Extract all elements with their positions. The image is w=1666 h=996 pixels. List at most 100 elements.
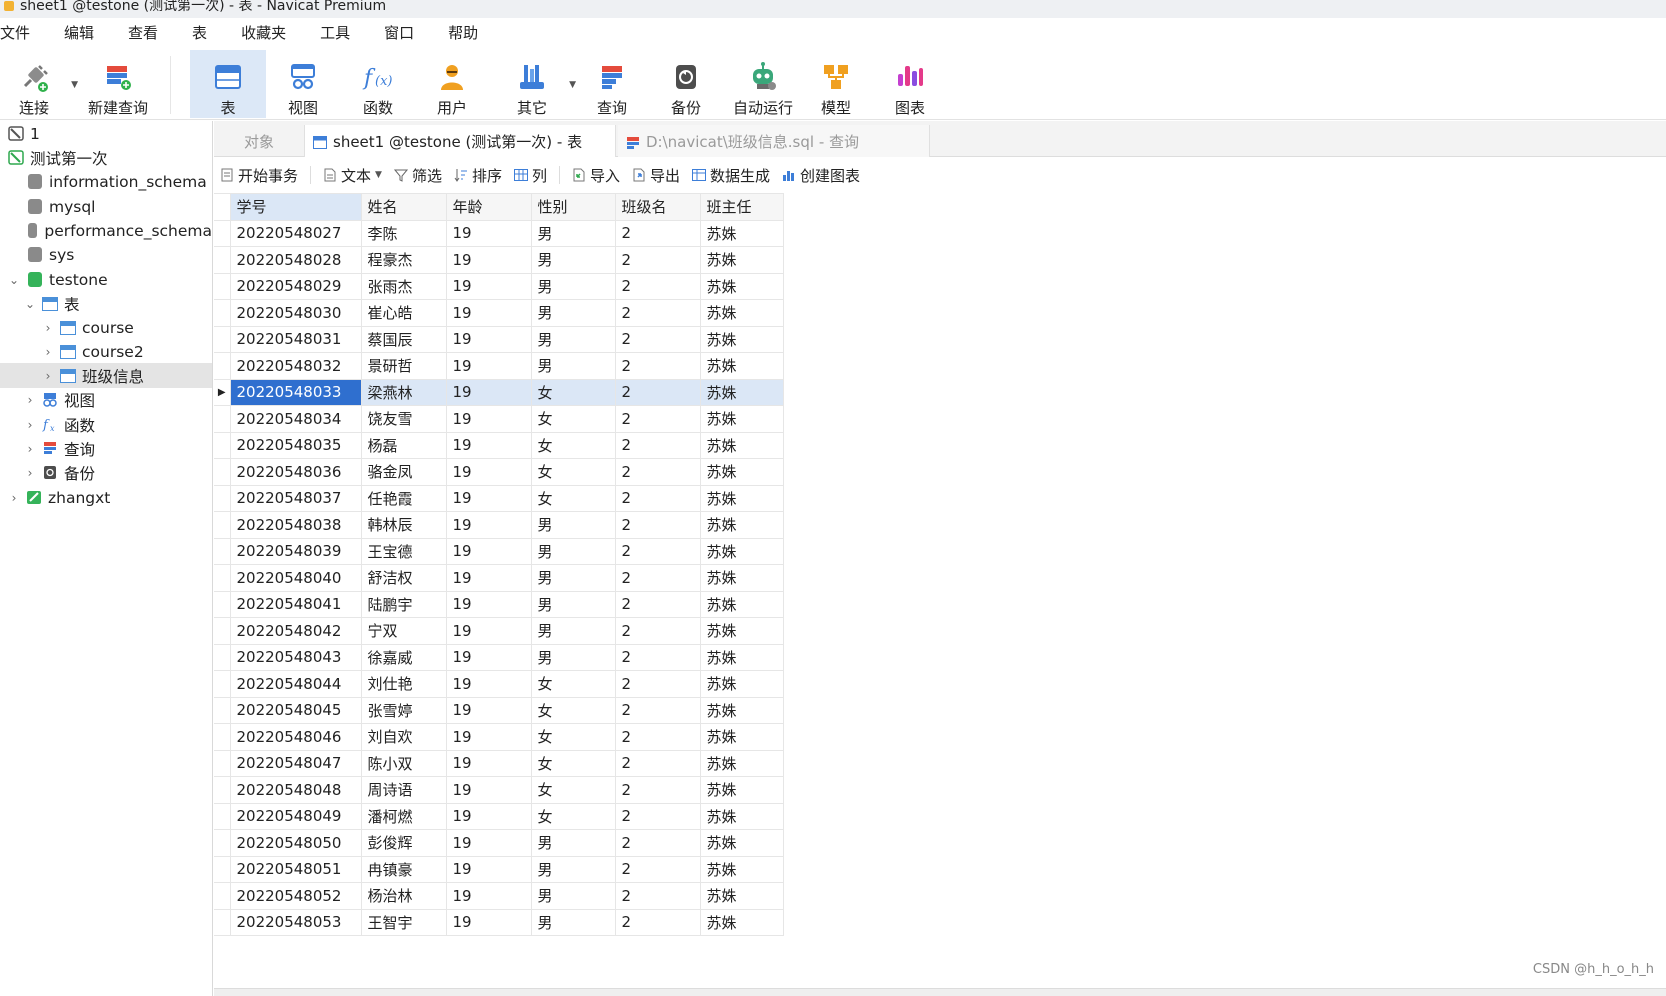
cell-name[interactable]: 徐嘉威 [360,643,447,671]
cell-gender[interactable]: 男 [530,299,616,327]
cell-name[interactable]: 周诗语 [360,776,447,804]
cell-student-id[interactable]: 20220548045 [229,696,362,724]
cell-gender[interactable]: 男 [530,882,616,910]
automation-button[interactable]: 自动运行 [722,54,804,117]
cell-age[interactable]: 19 [445,299,532,327]
cell-age[interactable]: 19 [445,882,532,910]
cell-name[interactable]: 刘仕艳 [360,670,447,698]
sort-button[interactable]: 排序 [454,165,502,186]
cell-class[interactable]: 2 [614,829,701,857]
tab-sheet1-table[interactable]: sheet1 @testone (测试第一次) - 表 [304,125,616,157]
cell-gender[interactable]: 女 [530,458,616,486]
cell-teacher[interactable]: 苏姝 [699,458,784,486]
cell-class[interactable]: 2 [614,272,701,300]
table-row[interactable]: 20220548047 陈小双 19 女 2 苏姝 [214,749,784,777]
cell-student-id[interactable]: 20220548037 [229,484,362,512]
chevron-right-icon[interactable]: › [42,345,54,359]
cell-class[interactable]: 2 [614,564,701,592]
cell-gender[interactable]: 女 [530,484,616,512]
menu-window[interactable]: 窗口 [367,18,431,48]
cell-class[interactable]: 2 [614,378,701,406]
cell-name[interactable]: 骆金凤 [360,458,447,486]
cell-gender[interactable]: 女 [530,378,616,406]
cell-teacher[interactable]: 苏姝 [699,696,784,724]
cell-teacher[interactable]: 苏姝 [699,643,784,671]
cell-class[interactable]: 2 [614,723,701,751]
cell-class[interactable]: 2 [614,617,701,645]
table-row[interactable]: 20220548039 王宝德 19 男 2 苏姝 [214,537,784,565]
table-row[interactable]: 20220548049 潘柯燃 19 女 2 苏姝 [214,802,784,830]
cell-age[interactable]: 19 [445,511,532,539]
function-button[interactable]: f (x) 函数 [340,54,416,117]
cell-age[interactable]: 19 [445,537,532,565]
cell-student-id[interactable]: 20220548035 [229,431,362,459]
cell-student-id[interactable]: 20220548030 [229,299,362,327]
cell-age[interactable]: 19 [445,617,532,645]
tree-item-backups[interactable]: › 备份 [0,460,212,485]
cell-teacher[interactable]: 苏姝 [699,219,784,247]
cell-teacher[interactable]: 苏姝 [699,855,784,883]
cell-name[interactable]: 潘柯燃 [360,802,447,830]
cell-teacher[interactable]: 苏姝 [699,882,784,910]
cell-teacher[interactable]: 苏姝 [699,352,784,380]
table-row[interactable]: 20220548029 张雨杰 19 男 2 苏姝 [214,272,784,300]
table-row[interactable]: 20220548045 张雪婷 19 女 2 苏姝 [214,696,784,724]
cell-student-id[interactable]: 20220548049 [229,802,362,830]
cell-teacher[interactable]: 苏姝 [699,723,784,751]
cell-student-id[interactable]: 20220548041 [229,590,362,618]
column-header-teacher[interactable]: 班主任 [699,193,784,221]
cell-student-id[interactable]: 20220548053 [229,908,362,936]
cell-gender[interactable]: 男 [530,643,616,671]
menu-file[interactable]: 文件 [0,18,47,48]
cell-name[interactable]: 景研哲 [360,352,447,380]
cell-class[interactable]: 2 [614,882,701,910]
tab-class-info-query[interactable]: D:\navicat\班级信息.sql - 查询 [618,125,930,157]
columns-button[interactable]: 列 [513,165,547,186]
cell-class[interactable]: 2 [614,325,701,353]
cell-age[interactable]: 19 [445,378,532,406]
tree-item-db-sys[interactable]: sys [0,242,212,267]
cell-name[interactable]: 任艳霞 [360,484,447,512]
cell-gender[interactable]: 女 [530,405,616,433]
table-row[interactable]: 20220548050 彭俊辉 19 男 2 苏姝 [214,829,784,857]
text-button[interactable]: 文本 ▼ [323,165,382,186]
cell-teacher[interactable]: 苏姝 [699,802,784,830]
table-row[interactable]: 20220548032 景研哲 19 男 2 苏姝 [214,352,784,380]
table-row[interactable]: 20220548043 徐嘉威 19 男 2 苏姝 [214,643,784,671]
cell-class[interactable]: 2 [614,590,701,618]
cell-name[interactable]: 杨治林 [360,882,447,910]
table-row[interactable]: 20220548040 舒洁权 19 男 2 苏姝 [214,564,784,592]
cell-name[interactable]: 张雨杰 [360,272,447,300]
column-header-name[interactable]: 姓名 [360,193,447,221]
table-row[interactable]: 20220548035 杨磊 19 女 2 苏姝 [214,431,784,459]
table-row[interactable]: 20220548030 崔心皓 19 男 2 苏姝 [214,299,784,327]
cell-gender[interactable]: 女 [530,723,616,751]
table-row[interactable]: 20220548041 陆鹏宇 19 男 2 苏姝 [214,590,784,618]
table-row[interactable]: 20220548036 骆金凤 19 女 2 苏姝 [214,458,784,486]
cell-student-id[interactable]: 20220548031 [229,325,362,353]
menu-help[interactable]: 帮助 [431,18,495,48]
cell-age[interactable]: 19 [445,855,532,883]
cell-gender[interactable]: 女 [530,431,616,459]
tree-item-functions[interactable]: › fx 函数 [0,412,212,437]
cell-gender[interactable]: 男 [530,617,616,645]
data-generation-button[interactable]: 数据生成 [692,165,770,186]
table-row[interactable]: 20220548052 杨治林 19 男 2 苏姝 [214,882,784,910]
column-header-age[interactable]: 年龄 [445,193,532,221]
cell-class[interactable]: 2 [614,431,701,459]
cell-age[interactable]: 19 [445,219,532,247]
cell-gender[interactable]: 女 [530,776,616,804]
cell-teacher[interactable]: 苏姝 [699,749,784,777]
cell-teacher[interactable]: 苏姝 [699,325,784,353]
cell-student-id[interactable]: 20220548040 [229,564,362,592]
view-button[interactable]: 视图 [265,54,341,117]
tree-item-connection-test[interactable]: 测试第一次 [0,145,212,170]
backup-button[interactable]: 备份 [648,54,724,117]
cell-gender[interactable]: 女 [530,696,616,724]
cell-gender[interactable]: 男 [530,272,616,300]
tab-objects[interactable]: 对象 [214,125,304,157]
cell-name[interactable]: 王智宇 [360,908,447,936]
chevron-right-icon[interactable]: › [24,393,36,407]
cell-age[interactable]: 19 [445,458,532,486]
cell-age[interactable]: 19 [445,696,532,724]
